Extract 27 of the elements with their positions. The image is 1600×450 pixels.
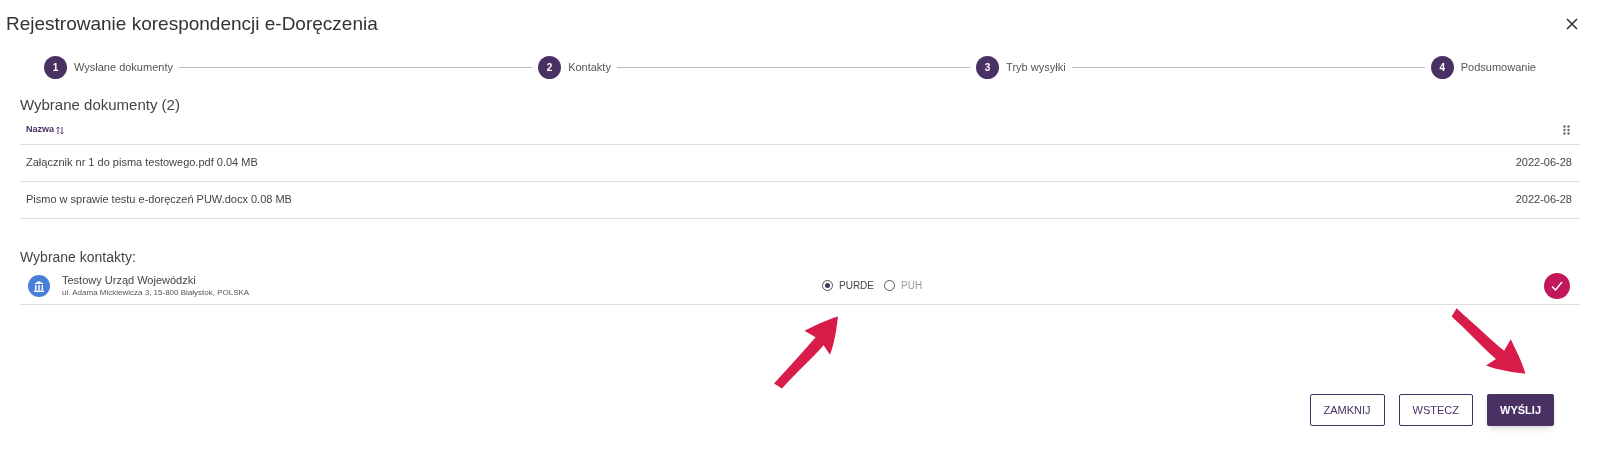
- step-label: Tryb wysyłki: [1006, 59, 1066, 75]
- dialog-button[interactable]: ZAMKNIJ: [1309, 394, 1385, 426]
- step-number: 4: [1430, 55, 1454, 79]
- document-date: 2022-06-28: [1515, 192, 1572, 208]
- dialog-button[interactable]: WYŚLIJ: [1487, 394, 1554, 426]
- sort-icon[interactable]: [56, 125, 64, 135]
- column-settings-icon[interactable]: [1563, 125, 1570, 135]
- section-heading: Wybrane kontakty:: [20, 247, 137, 267]
- document-date: 2022-06-28: [1515, 155, 1572, 171]
- section-heading: Wybrane dokumenty (2): [20, 95, 181, 115]
- window-title: Rejestrowanie korespondencji e-Doręczenia: [6, 11, 378, 36]
- step-label: Wysłane dokumenty: [74, 59, 173, 75]
- delivery-radio[interactable]: PURDE: [822, 278, 874, 293]
- step-label: Podsumowanie: [1460, 59, 1536, 75]
- close-icon[interactable]: [1566, 18, 1578, 30]
- institution-icon: [28, 274, 50, 297]
- step-number: 1: [44, 55, 67, 79]
- column-header[interactable]: Nazwa: [26, 123, 64, 137]
- contact-name: Testowy Urząd Wojewódzki: [62, 272, 197, 287]
- check-icon[interactable]: [1544, 272, 1570, 299]
- step-label: Kontakty: [568, 59, 611, 75]
- document-name: Pismo w sprawie testu e-doręczeń PUW.docx 0.08 MB: [26, 192, 292, 208]
- document-name: Załącznik nr 1 do pisma testowego.pdf 0.04 MB: [26, 155, 258, 171]
- step-number: 3: [976, 55, 1000, 79]
- step-number: 2: [538, 55, 562, 79]
- contact-address: ul. Adama Mickiewicza 3, 15-800 Białystok, POLSKA: [62, 286, 251, 299]
- dialog-button[interactable]: WSTECZ: [1398, 394, 1474, 426]
